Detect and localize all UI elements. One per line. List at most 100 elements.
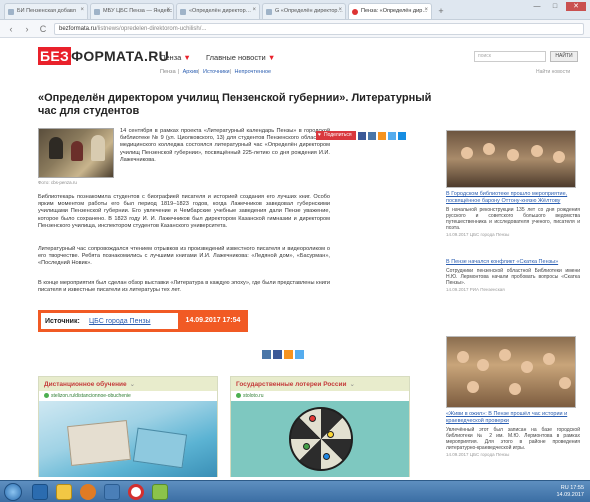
ad-card-title: Дистанционное обучение ⌄ <box>39 377 217 391</box>
source-box: Источник: ЦБС города Пензы 14.09.2017 17… <box>38 310 248 332</box>
language-indicator[interactable]: RU <box>561 485 569 491</box>
search-button[interactable]: НАЙТИ <box>550 51 578 62</box>
odnoklassniki-icon[interactable] <box>284 350 293 359</box>
sub-navigation: Пенза | Архив| Источники| Непрочтенное <box>160 69 272 75</box>
logo-part: БЕЗ <box>38 47 72 65</box>
minimize-button[interactable]: — <box>530 2 544 11</box>
tab-label: G «Определён директор… <box>275 8 343 14</box>
sidebar-news-item[interactable]: «Живи в ожил»: В Пензе прошёл час истори… <box>446 336 580 457</box>
browser-tab-active[interactable]: Пенза: «Определён дир… × <box>348 3 432 19</box>
sidebar-news-item[interactable]: В Пензе начался конфликт «Скатка Пензы» … <box>446 256 580 292</box>
back-button[interactable]: ‹ <box>6 24 16 34</box>
news-date: 14.09.2017 РИА Пензенская <box>446 287 505 293</box>
site-logo[interactable]: БЕЗ ФОРМАТА.RU <box>38 47 169 65</box>
ie-icon[interactable] <box>32 484 48 500</box>
news-summary: Увлечённый этот был записан на базе горо… <box>446 426 580 452</box>
news-link[interactable]: В Пензе начался конфликт «Скатка Пензы» <box>446 259 580 266</box>
forward-button[interactable]: › <box>22 24 32 34</box>
maximize-button[interactable]: □ <box>548 2 562 11</box>
ball-icon <box>309 415 316 422</box>
browser-tab[interactable]: БИ Пензенская добавл × <box>4 3 88 19</box>
subnav-item: Пенза <box>160 69 176 75</box>
new-tab-button[interactable]: + <box>434 5 448 19</box>
close-icon[interactable]: × <box>80 7 84 13</box>
vk-icon[interactable] <box>262 350 271 359</box>
close-icon[interactable]: × <box>424 7 428 13</box>
find-news-link[interactable]: Найти новости <box>536 69 570 75</box>
chevron-down-icon: ⌄ <box>349 381 355 388</box>
share-button[interactable]: Поделиться <box>316 131 356 140</box>
browser-tab-bar: БИ Пензенская добавл × МБУ ЦБС Пенза — Ян… <box>0 0 590 20</box>
ad-card-subtitle[interactable]: stoloto.ru <box>231 391 409 401</box>
clock-time: 17:55 <box>570 485 584 491</box>
folder-icon[interactable] <box>56 484 72 500</box>
ball-icon <box>323 453 330 460</box>
article-paragraph: Литературный час сопровождался чтением о… <box>38 246 330 267</box>
app-icon[interactable] <box>152 484 168 500</box>
article-title: «Определён директором училищ Пензенской … <box>38 92 432 117</box>
window-close-button[interactable]: ✕ <box>566 2 586 11</box>
subnav-link-unread[interactable]: Непрочтенное <box>235 69 272 75</box>
ad-image[interactable] <box>39 401 217 477</box>
opera-icon[interactable] <box>128 484 144 500</box>
news-link[interactable]: «Живи в ожил»: В Пензе прошёл час истори… <box>446 411 580 425</box>
url-input[interactable]: bezformata.ru/listnews/opredelen-direkto… <box>54 22 584 35</box>
news-link[interactable]: В Городском библиотеке прошло мероприяти… <box>446 191 580 205</box>
start-button[interactable] <box>4 483 22 501</box>
ad-card[interactable]: Государственные лотереи России ⌄ stoloto.… <box>230 376 410 477</box>
source-date: 14.09.2017 17:54 <box>178 310 248 332</box>
main-news-menu[interactable]: Главные новости ▼ <box>206 53 275 62</box>
media-player-icon[interactable] <box>80 484 96 500</box>
address-bar: ‹ › C bezformata.ru/listnews/opredelen-d… <box>0 20 590 38</box>
ad-card-subtitle[interactable]: stelizon.ru/distancionnoe-obuchenie <box>39 391 217 401</box>
browser-tab[interactable]: G «Определён директор… × <box>262 3 346 19</box>
news-date: 14.09.2017 ЦБС города Пензы <box>446 452 510 458</box>
window-controls: — □ ✕ <box>530 2 586 11</box>
ball-icon <box>327 431 334 438</box>
news-thumbnail[interactable] <box>446 336 576 408</box>
twitter-icon[interactable] <box>387 131 396 140</box>
web-page: БЕЗ ФОРМАТА.RU Пенза ▼ Главные новости ▼ … <box>30 40 580 477</box>
article-paragraph: Библиотекарь познакомила студентов с био… <box>38 194 330 229</box>
ad-image[interactable] <box>231 401 409 477</box>
mailru-icon[interactable] <box>397 131 406 140</box>
browser-tab[interactable]: «Определён директор… × <box>176 3 260 19</box>
news-date: 14.09.2017 ЦБС города Пензы <box>446 232 510 238</box>
search-input[interactable]: поиск <box>474 51 546 62</box>
close-icon[interactable]: × <box>252 7 256 13</box>
main-news-label: Главные новости <box>206 53 266 62</box>
vk-icon[interactable] <box>367 131 376 140</box>
ad-card-title: Государственные лотереи России ⌄ <box>231 377 409 391</box>
region-selector[interactable]: Пенза ▼ <box>160 53 191 62</box>
lottery-wheel-icon <box>289 407 353 471</box>
url-path: /listnews/opredelen-direktorom-uchilish/… <box>96 25 207 32</box>
article-photo[interactable] <box>38 128 114 178</box>
clock-date: 14.09.2017 <box>556 492 584 498</box>
news-thumbnail[interactable] <box>446 130 576 188</box>
reload-button[interactable]: C <box>38 24 48 34</box>
close-icon[interactable]: × <box>338 7 342 13</box>
twitter-icon[interactable] <box>295 350 304 359</box>
share-bar: Поделиться <box>316 131 406 140</box>
facebook-icon[interactable] <box>273 350 282 359</box>
news-summary: Сотрудники пензенской областной Библиоте… <box>446 267 580 287</box>
url-host: bezformata.ru <box>59 25 97 32</box>
facebook-icon[interactable] <box>357 131 366 140</box>
social-icons <box>262 350 304 359</box>
link-icon <box>236 393 241 398</box>
close-icon[interactable]: × <box>166 7 170 13</box>
chevron-down-icon: ▼ <box>267 53 276 62</box>
browser-tab[interactable]: МБУ ЦБС Пенза — Яндекс × <box>90 3 174 19</box>
tab-label: БИ Пензенская добавл <box>17 8 76 14</box>
subnav-link-sources[interactable]: Источники <box>203 69 230 75</box>
odnoklassniki-icon[interactable] <box>377 131 386 140</box>
system-tray[interactable]: RU 17:55 14.09.2017 <box>556 485 584 499</box>
article-lead: 14 сентября в рамках проекта «Литературн… <box>120 128 330 163</box>
tab-label: Пенза: «Определён дир… <box>361 8 428 14</box>
ad-card[interactable]: Дистанционное обучение ⌄ stelizon.ru/dist… <box>38 376 218 477</box>
source-link[interactable]: ЦБС города Пензы <box>89 318 151 325</box>
subnav-link-archive[interactable]: Архив <box>183 69 198 75</box>
sidebar-news-item[interactable]: В Городском библиотеке прошло мероприяти… <box>446 130 580 237</box>
app-icon[interactable] <box>104 484 120 500</box>
os-taskbar: RU 17:55 14.09.2017 <box>0 480 590 502</box>
